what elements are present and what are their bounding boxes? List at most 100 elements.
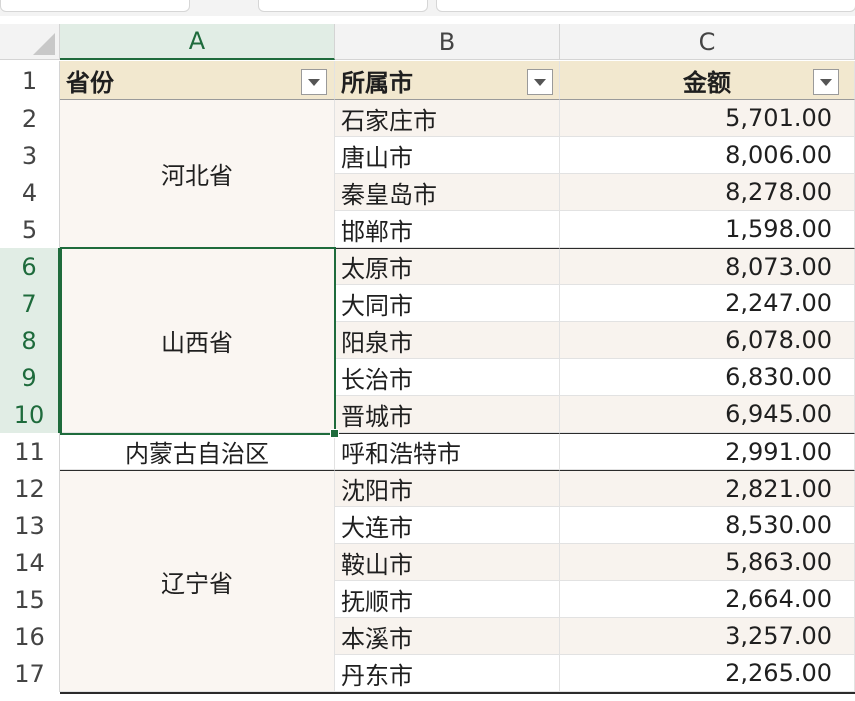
column-b-label: B bbox=[438, 27, 456, 56]
row-header[interactable]: 1 bbox=[0, 61, 60, 100]
row-header[interactable]: 8 bbox=[0, 322, 60, 359]
city-cell[interactable]: 唐山市 bbox=[335, 137, 560, 174]
city-cell[interactable]: 阳泉市 bbox=[335, 322, 560, 359]
row-header[interactable]: 4 bbox=[0, 174, 60, 211]
city-cell[interactable]: 邯郸市 bbox=[335, 211, 560, 248]
amount-cell[interactable]: 2,247.00 bbox=[560, 285, 855, 322]
row-header[interactable]: 11 bbox=[0, 433, 60, 470]
city-cell[interactable]: 长治市 bbox=[335, 359, 560, 396]
row-number: 5 bbox=[21, 215, 38, 244]
city-value: 唐山市 bbox=[341, 143, 413, 172]
row-header[interactable]: 14 bbox=[0, 544, 60, 581]
amount-value: 2,991.00 bbox=[725, 437, 832, 466]
amount-value: 2,265.00 bbox=[725, 659, 832, 687]
amount-cell[interactable]: 8,073.00 bbox=[560, 248, 855, 285]
city-cell[interactable]: 石家庄市 bbox=[335, 100, 560, 137]
amount-value: 6,078.00 bbox=[725, 326, 832, 354]
row-number: 2 bbox=[21, 104, 38, 133]
city-cell[interactable]: 秦皇岛市 bbox=[335, 174, 560, 211]
amount-cell[interactable]: 5,701.00 bbox=[560, 100, 855, 137]
province-cell[interactable]: 河北省 bbox=[60, 100, 335, 248]
city-cell[interactable]: 大同市 bbox=[335, 285, 560, 322]
amount-cell[interactable]: 6,078.00 bbox=[560, 322, 855, 359]
fill-handle[interactable] bbox=[330, 429, 339, 438]
filter-dropdown-city[interactable] bbox=[527, 69, 553, 95]
row-number: 9 bbox=[21, 363, 37, 392]
filter-dropdown-amount[interactable] bbox=[813, 69, 839, 95]
header-cell-amount[interactable]: 金额 bbox=[560, 61, 855, 100]
row-header[interactable]: 7 bbox=[0, 285, 60, 322]
header-cell-province[interactable]: 省份 bbox=[60, 61, 335, 100]
formula-function-box[interactable] bbox=[258, 0, 428, 12]
province-cell[interactable]: 山西省 bbox=[60, 248, 335, 433]
city-value: 大连市 bbox=[341, 513, 413, 542]
amount-cell[interactable]: 1,598.00 bbox=[560, 211, 855, 248]
row-header[interactable]: 16 bbox=[0, 618, 60, 655]
amount-value: 8,073.00 bbox=[725, 252, 832, 281]
city-cell[interactable]: 本溪市 bbox=[335, 618, 560, 655]
row-number: 3 bbox=[21, 141, 38, 170]
province-label: 河北省 bbox=[161, 162, 233, 190]
amount-cell[interactable]: 6,945.00 bbox=[560, 396, 855, 433]
row-header[interactable]: 2 bbox=[0, 100, 60, 137]
row-number: 16 bbox=[14, 622, 45, 651]
row-header[interactable]: 10 bbox=[0, 396, 60, 433]
city-cell[interactable]: 大连市 bbox=[335, 507, 560, 544]
filter-dropdown-province[interactable] bbox=[301, 69, 327, 95]
amount-cell[interactable]: 8,530.00 bbox=[560, 507, 855, 544]
province-cell[interactable]: 辽宁省 bbox=[60, 470, 335, 692]
amount-value: 2,247.00 bbox=[725, 289, 832, 317]
city-value: 抚顺市 bbox=[341, 587, 413, 616]
amount-cell[interactable]: 6,830.00 bbox=[560, 359, 855, 396]
column-header-a[interactable]: A bbox=[60, 24, 335, 60]
city-value: 太原市 bbox=[341, 255, 413, 283]
row-header[interactable]: 9 bbox=[0, 359, 60, 396]
amount-cell[interactable]: 2,664.00 bbox=[560, 581, 855, 618]
select-all-button[interactable] bbox=[0, 24, 60, 60]
city-value: 丹东市 bbox=[341, 661, 413, 690]
column-c-label: C bbox=[698, 27, 716, 56]
row-number: 8 bbox=[21, 326, 37, 355]
row-number: 1 bbox=[21, 66, 38, 95]
header-province-label: 省份 bbox=[66, 68, 114, 97]
name-box[interactable] bbox=[0, 0, 190, 12]
row-header[interactable]: 13 bbox=[0, 507, 60, 544]
city-cell[interactable]: 丹东市 bbox=[335, 655, 560, 692]
header-amount-label: 金额 bbox=[683, 68, 731, 97]
row-number: 11 bbox=[14, 437, 45, 466]
amount-value: 8,278.00 bbox=[725, 178, 832, 206]
amount-cell[interactable]: 8,006.00 bbox=[560, 137, 855, 174]
row-number: 7 bbox=[21, 289, 37, 318]
amount-value: 6,945.00 bbox=[725, 400, 832, 428]
row-header[interactable]: 6 bbox=[0, 248, 60, 285]
city-cell[interactable]: 抚顺市 bbox=[335, 581, 560, 618]
city-value: 邯郸市 bbox=[341, 217, 413, 246]
column-header-b[interactable]: B bbox=[335, 24, 560, 60]
amount-value: 6,830.00 bbox=[725, 363, 832, 391]
row-header[interactable]: 15 bbox=[0, 581, 60, 618]
amount-cell[interactable]: 2,821.00 bbox=[560, 470, 855, 507]
row-header[interactable]: 17 bbox=[0, 655, 60, 692]
amount-cell[interactable]: 2,265.00 bbox=[560, 655, 855, 692]
city-cell[interactable]: 沈阳市 bbox=[335, 470, 560, 507]
city-value: 秦皇岛市 bbox=[341, 180, 437, 209]
province-cell[interactable]: 内蒙古自治区 bbox=[60, 433, 335, 470]
row-number: 10 bbox=[13, 400, 45, 429]
amount-cell[interactable]: 3,257.00 bbox=[560, 618, 855, 655]
amount-cell[interactable]: 2,991.00 bbox=[560, 433, 855, 470]
formula-bar[interactable] bbox=[436, 0, 855, 12]
city-cell[interactable]: 鞍山市 bbox=[335, 544, 560, 581]
row-header[interactable]: 12 bbox=[0, 470, 60, 507]
city-cell[interactable]: 呼和浩特市 bbox=[335, 433, 560, 470]
amount-cell[interactable]: 5,863.00 bbox=[560, 544, 855, 581]
city-cell[interactable]: 太原市 bbox=[335, 248, 560, 285]
column-a-label: A bbox=[188, 27, 206, 55]
city-cell[interactable]: 晋城市 bbox=[335, 396, 560, 433]
column-header-c[interactable]: C bbox=[560, 24, 855, 60]
row-header[interactable]: 3 bbox=[0, 137, 60, 174]
province-label: 内蒙古自治区 bbox=[125, 440, 269, 468]
row-header[interactable]: 5 bbox=[0, 211, 60, 248]
amount-value: 2,664.00 bbox=[725, 585, 832, 613]
amount-cell[interactable]: 8,278.00 bbox=[560, 174, 855, 211]
city-value: 长治市 bbox=[341, 365, 413, 394]
